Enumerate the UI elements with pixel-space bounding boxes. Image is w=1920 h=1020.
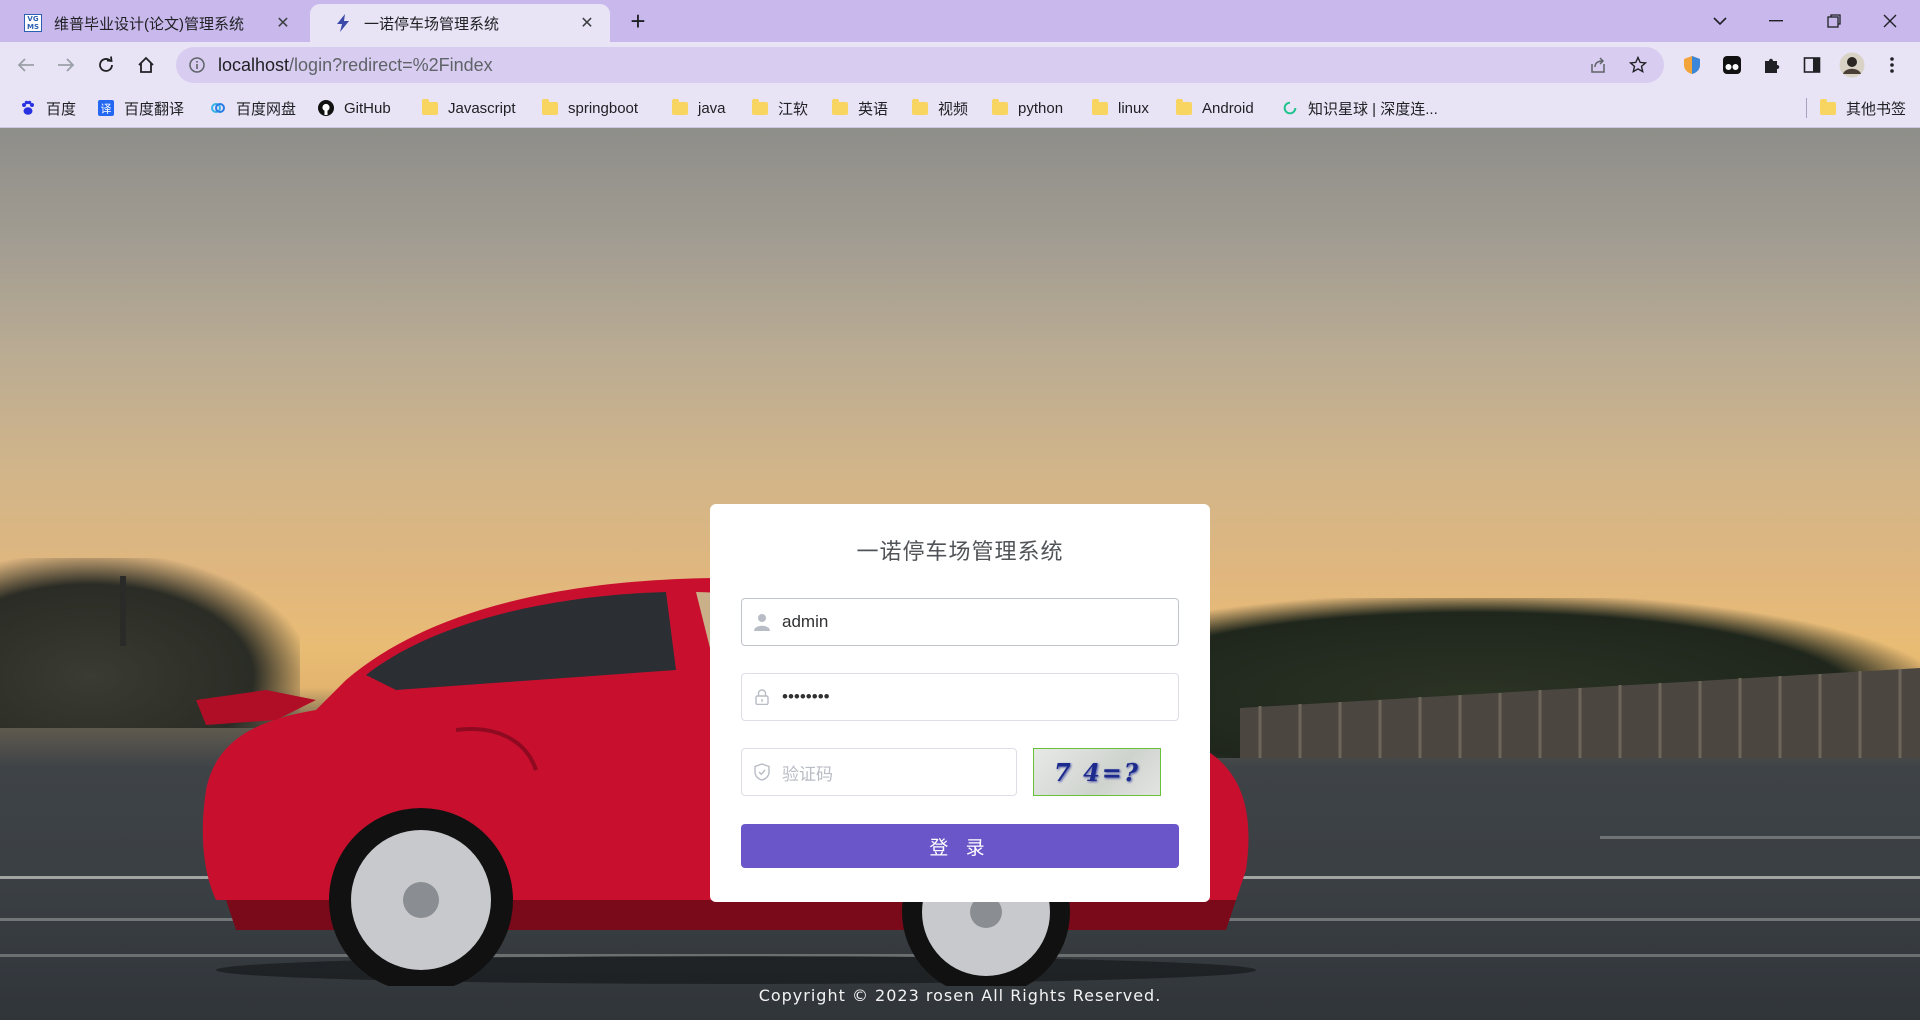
close-window-icon[interactable] [1870, 6, 1910, 36]
translate-icon: 译 [98, 100, 114, 116]
bookmark-label: 视频 [938, 100, 969, 118]
forward-arrow-icon[interactable] [52, 51, 80, 79]
github-icon [318, 100, 334, 116]
bookmark-label: 百度 [46, 100, 77, 118]
password-input[interactable]: •••••••• [741, 673, 1179, 721]
background-fence [1240, 668, 1920, 758]
restore-icon[interactable] [1814, 6, 1854, 36]
captcha-placeholder: 验证码 [782, 764, 833, 784]
folder-icon [752, 98, 768, 116]
bookmark-label: python [1018, 99, 1064, 117]
tab-vgms[interactable]: VG MS 维普毕业设计(论文)管理系统 ✕ [0, 4, 306, 42]
username-value: admin [782, 612, 829, 631]
tab-title: 维普毕业设计(论文)管理系统 [54, 15, 244, 33]
bookmark-baidu[interactable]: 百度 [20, 96, 76, 120]
close-icon[interactable]: ✕ [578, 13, 596, 33]
login-title: 一诺停车场管理系统 [856, 539, 1064, 564]
shield-check-icon [752, 762, 772, 782]
back-arrow-icon[interactable] [12, 51, 40, 79]
folder-icon [1176, 98, 1192, 116]
bookmark-label: 英语 [858, 100, 889, 118]
folder-icon [1092, 98, 1108, 116]
extension-shield-icon[interactable] [1678, 51, 1706, 79]
bookmark-folder-english[interactable]: 英语 [832, 96, 888, 120]
folder-icon [912, 98, 928, 116]
folder-icon [542, 98, 558, 116]
bookmark-folder-java[interactable]: java [672, 96, 726, 120]
password-value: •••••••• [782, 687, 830, 706]
bookmark-label: java [698, 99, 726, 117]
address-bar[interactable]: localhost/login?redirect=%2Findex [176, 47, 1664, 83]
browser-menu-icon[interactable] [1878, 51, 1906, 79]
folder-icon [1820, 98, 1836, 116]
road-marking [1600, 836, 1920, 839]
bookmark-label: 百度网盘 [236, 100, 297, 118]
bookmark-baidu-netdisk[interactable]: 百度网盘 [210, 96, 296, 120]
close-icon[interactable]: ✕ [274, 13, 292, 33]
svg-text:译: 译 [101, 103, 112, 116]
login-card: 一诺停车场管理系统 admin •••••••• 验证码 7 4=? 登 录 [710, 504, 1210, 902]
cloud-icon [210, 100, 226, 116]
captcha-image[interactable]: 7 4=? [1033, 748, 1161, 796]
home-icon[interactable] [132, 51, 160, 79]
reload-icon[interactable] [92, 51, 120, 79]
bookmark-github[interactable]: GitHub [318, 96, 391, 120]
background-pole [120, 576, 126, 646]
address-url: localhost/login?redirect=%2Findex [218, 54, 493, 75]
copyright-footer: Copyright © 2023 rosen All Rights Reserv… [758, 986, 1162, 1005]
extension-tampermonkey-icon[interactable] [1718, 51, 1746, 79]
tab-parking-login[interactable]: 一诺停车场管理系统 ✕ [310, 4, 610, 42]
bookmark-folder-python[interactable]: python [992, 96, 1063, 120]
bookmark-baidu-translate[interactable]: 译 百度翻译 [98, 96, 184, 120]
other-bookmarks-folder[interactable]: 其他书签 [1820, 96, 1906, 120]
bookmark-folder-javascript[interactable]: Javascript [422, 96, 516, 120]
bookmark-label: 江软 [778, 100, 809, 118]
bookmark-label: 百度翻译 [124, 100, 185, 118]
bookmark-label: Android [1202, 99, 1254, 117]
side-panel-icon[interactable] [1798, 51, 1826, 79]
bookmark-label: 其他书签 [1846, 100, 1907, 118]
username-input[interactable]: admin [741, 598, 1179, 646]
bookmarks-divider [1806, 98, 1807, 118]
captcha-input[interactable]: 验证码 [741, 748, 1017, 796]
tab-search-chevron-icon[interactable] [1700, 6, 1740, 36]
bookmark-folder-linux[interactable]: linux [1092, 96, 1149, 120]
share-icon[interactable] [1584, 51, 1612, 79]
folder-icon [422, 98, 438, 116]
lightning-icon [334, 14, 352, 32]
bookmark-label: springboot [568, 99, 639, 117]
bookmark-folder-jiangruan[interactable]: 江软 [752, 96, 808, 120]
folder-icon [992, 98, 1008, 116]
bookmark-label: Javascript [448, 99, 516, 117]
zsxq-icon [1282, 100, 1298, 116]
user-icon [752, 612, 772, 632]
profile-avatar[interactable] [1838, 51, 1866, 79]
login-page-background: 一诺停车场管理系统 admin •••••••• 验证码 7 4=? 登 录 C… [0, 128, 1920, 1020]
minimize-icon[interactable] [1756, 6, 1796, 36]
bookmark-folder-android[interactable]: Android [1176, 96, 1254, 120]
extensions-puzzle-icon[interactable] [1758, 51, 1786, 79]
captcha-text: 7 4=? [1054, 757, 1140, 787]
bookmark-label: 知识星球 | 深度连... [1308, 100, 1438, 118]
browser-toolbar: localhost/login?redirect=%2Findex [0, 42, 1920, 88]
new-tab-button[interactable]: + [624, 8, 652, 36]
folder-icon [672, 98, 688, 116]
bookmark-star-icon[interactable] [1624, 51, 1652, 79]
login-button[interactable]: 登 录 [741, 824, 1179, 868]
bookmark-label: linux [1118, 99, 1149, 117]
bookmark-zsxq[interactable]: 知识星球 | 深度连... [1282, 96, 1438, 120]
baidu-paw-icon [20, 100, 36, 116]
lock-icon [752, 687, 772, 707]
vgms-logo-icon: VG MS [24, 14, 42, 32]
browser-tabstrip: VG MS 维普毕业设计(论文)管理系统 ✕ 一诺停车场管理系统 ✕ + [0, 0, 1920, 42]
bookmark-label: GitHub [344, 99, 391, 117]
site-info-icon[interactable] [188, 56, 206, 74]
bookmark-folder-springboot[interactable]: springboot [542, 96, 638, 120]
bookmark-folder-video[interactable]: 视频 [912, 96, 968, 120]
tab-title: 一诺停车场管理系统 [364, 15, 500, 33]
folder-icon [832, 98, 848, 116]
bookmarks-bar: 百度 译 百度翻译 百度网盘 GitHub Javascript springb… [0, 88, 1920, 128]
